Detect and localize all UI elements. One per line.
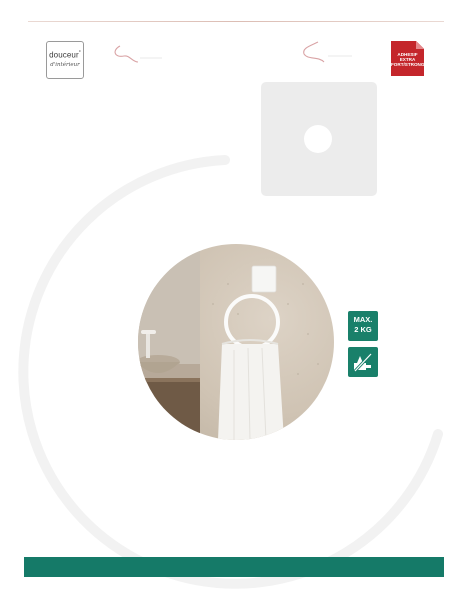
product-photo (138, 244, 334, 440)
brand-tagline: d'intérieur (50, 62, 80, 69)
adhesive-badge-line3: FORT/STRONG (391, 61, 425, 67)
brand-name: douceur (49, 51, 79, 61)
brand-logo: douceur° d'intérieur (46, 41, 84, 79)
no-drill-icon (353, 352, 373, 373)
towel-ring-illustration (138, 244, 319, 440)
swirl-decoration-left (114, 45, 162, 63)
swirl-decoration-right (303, 41, 352, 63)
top-divider (28, 21, 444, 22)
adhesive-extra-strong-badge: ADHESIF EXTRA FORT/STRONG (391, 41, 424, 76)
mount-plate-hole (304, 125, 332, 153)
page-fold-icon (416, 41, 424, 49)
no-drill-badge (348, 347, 378, 377)
max-weight-badge: MAX. 2 KG (348, 311, 378, 341)
footer-band (24, 557, 444, 577)
max-weight-value: 2 KG (354, 325, 372, 334)
brand-mark: ° (78, 50, 81, 57)
max-weight-label: MAX. (353, 315, 373, 324)
